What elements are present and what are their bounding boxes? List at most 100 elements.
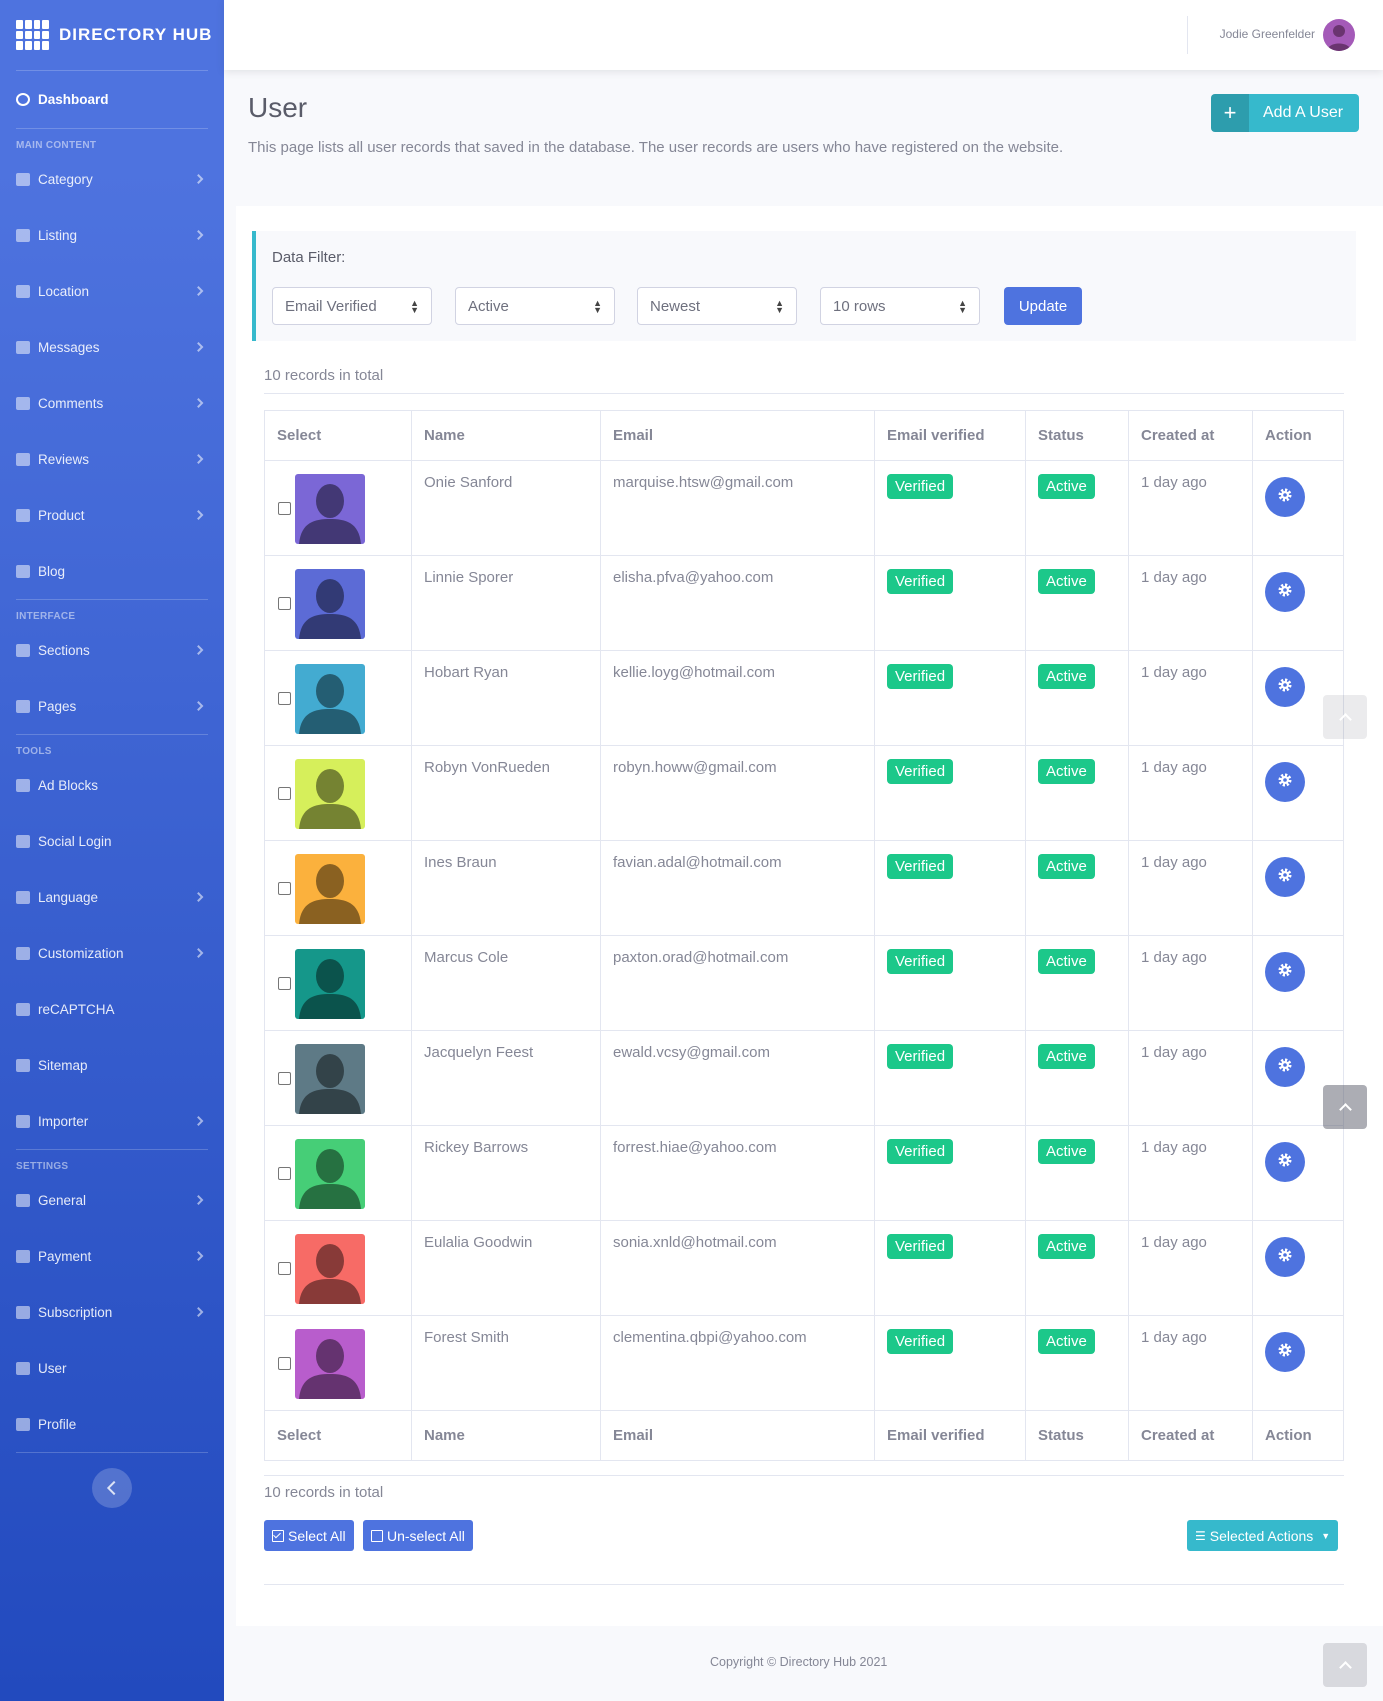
sidebar-item-importer[interactable]: Importer: [0, 1093, 224, 1149]
sidebar-heading-main: MAIN CONTENT: [16, 140, 97, 151]
unselect-all-label: Un-select All: [387, 1527, 465, 1544]
gear-icon: [1277, 1057, 1293, 1077]
scroll-top-button[interactable]: [1323, 695, 1367, 739]
sidebar-item-payment[interactable]: Payment: [0, 1228, 224, 1284]
row-checkbox[interactable]: [278, 597, 291, 610]
data-filter: Data Filter: Email Verified ▲ ▼ Active ▲ ▼…: [252, 231, 1356, 341]
row-action-button[interactable]: [1265, 477, 1305, 517]
select-cell: [264, 840, 412, 936]
brand-link[interactable]: DIRECTORY HUB: [0, 0, 224, 70]
select-cell: [264, 1315, 412, 1411]
row-action-button[interactable]: [1265, 1237, 1305, 1277]
table-row: Hobart Ryan kellie.loyg@hotmail.com Verifi…: [264, 650, 1344, 746]
sidebar-item-subscription[interactable]: Subscription: [0, 1284, 224, 1340]
user-name: Robyn VonRueden: [411, 745, 601, 841]
sidebar: DIRECTORY HUB Dashboard MAIN CONTENT Cat…: [0, 0, 224, 1701]
sidebar-item-sitemap[interactable]: Sitemap: [0, 1037, 224, 1093]
table-footer-row: Select Name Email Email verified Status …: [264, 1410, 1344, 1461]
select-all-button[interactable]: Select All: [264, 1520, 354, 1551]
user-photo: [295, 854, 365, 924]
row-action-button[interactable]: [1265, 1047, 1305, 1087]
gear-icon: [1277, 677, 1293, 697]
sidebar-item-comments[interactable]: Comments: [0, 375, 224, 431]
sidebar-item-category[interactable]: Category: [0, 151, 224, 207]
order-select[interactable]: Newest ▲ ▼: [637, 287, 797, 325]
sidebar-item-user[interactable]: User: [0, 1340, 224, 1396]
row-checkbox[interactable]: [278, 882, 291, 895]
status-cell: Active: [1025, 1315, 1129, 1411]
user-email: clementina.qbpi@yahoo.com: [600, 1315, 875, 1411]
action-cell: [1252, 935, 1344, 1031]
row-action-button[interactable]: [1265, 1142, 1305, 1182]
row-checkbox[interactable]: [278, 1072, 291, 1085]
created-at: 1 day ago: [1128, 1125, 1253, 1221]
caret-down-icon: ▼: [1321, 1530, 1331, 1541]
sidebar-item-product[interactable]: Product: [0, 487, 224, 543]
verified-badge: Verified: [887, 1234, 954, 1259]
language-icon: [16, 890, 30, 904]
sidebar-item-messages[interactable]: Messages: [0, 319, 224, 375]
row-action-button[interactable]: [1265, 1332, 1305, 1372]
table-row: Marcus Cole paxton.orad@hotmail.com Verifi…: [264, 935, 1344, 1031]
row-action-button[interactable]: [1265, 762, 1305, 802]
sidebar-item-reviews[interactable]: Reviews: [0, 431, 224, 487]
chevron-right-icon: [193, 1116, 204, 1126]
row-checkbox[interactable]: [278, 1167, 291, 1180]
unselect-all-button[interactable]: Un-select All: [363, 1520, 473, 1551]
status-cell: Active: [1025, 1125, 1129, 1221]
sidebar-item-location[interactable]: Location: [0, 263, 224, 319]
rows-select[interactable]: 10 rows ▲ ▼: [820, 287, 980, 325]
row-checkbox[interactable]: [278, 977, 291, 990]
row-action-button[interactable]: [1265, 667, 1305, 707]
row-checkbox[interactable]: [278, 787, 291, 800]
verified-badge: Verified: [887, 1329, 954, 1354]
email-verified-select[interactable]: Email Verified ▲ ▼: [272, 287, 432, 325]
sidebar-item-pages[interactable]: Pages: [0, 678, 224, 734]
sidebar-item-customization[interactable]: Customization: [0, 925, 224, 981]
sidebar-item-social-login[interactable]: Social Login: [0, 813, 224, 869]
selected-actions-dropdown[interactable]: ☰ Selected Actions ▼: [1187, 1520, 1339, 1551]
row-checkbox[interactable]: [278, 1357, 291, 1370]
chevron-right-icon: [193, 1195, 204, 1205]
col-footer-email: Email: [600, 1410, 875, 1461]
sidebar-item-sections[interactable]: Sections: [0, 622, 224, 678]
select-cell: [264, 650, 412, 746]
chevron-right-icon: [193, 701, 204, 711]
sidebar-item-label: Sitemap: [38, 1057, 88, 1073]
status-cell: Active: [1025, 935, 1129, 1031]
row-checkbox[interactable]: [278, 502, 291, 515]
avatar[interactable]: [1323, 19, 1355, 51]
sidebar-item-ad-blocks[interactable]: Ad Blocks: [0, 757, 224, 813]
sidebar-item-language[interactable]: Language: [0, 869, 224, 925]
sidebar-item-label: Profile: [38, 1416, 77, 1432]
tags-icon: [16, 1305, 30, 1319]
sidebar-item-label: Subscription: [38, 1304, 113, 1320]
topbar: Jodie Greenfelder: [224, 0, 1383, 70]
sidebar-item-blog[interactable]: Blog: [0, 543, 224, 599]
add-user-button[interactable]: + Add A User: [1211, 94, 1359, 132]
row-action-button[interactable]: [1265, 857, 1305, 897]
row-action-button[interactable]: [1265, 952, 1305, 992]
user-photo: [295, 569, 365, 639]
sidebar-item-general[interactable]: General: [0, 1172, 224, 1228]
row-checkbox[interactable]: [278, 1262, 291, 1275]
plus-icon: +: [1211, 94, 1249, 132]
sidebar-item-label: reCAPTCHA: [38, 1001, 115, 1017]
sidebar-item-recaptcha[interactable]: reCAPTCHA: [0, 981, 224, 1037]
status-select[interactable]: Active ▲ ▼: [455, 287, 615, 325]
sidebar-item-listing[interactable]: Listing: [0, 207, 224, 263]
sidebar-item-dashboard[interactable]: Dashboard: [0, 71, 224, 128]
scroll-top-button[interactable]: [1323, 1085, 1367, 1129]
user-name: Hobart Ryan: [411, 650, 601, 746]
scroll-top-button[interactable]: [1323, 1643, 1367, 1687]
user-name[interactable]: Jodie Greenfelder: [1220, 27, 1315, 41]
add-user-label: Add A User: [1263, 104, 1344, 121]
update-button[interactable]: Update: [1004, 287, 1082, 325]
row-action-button[interactable]: [1265, 572, 1305, 612]
select-cell: [264, 935, 412, 1031]
sidebar-toggle-button[interactable]: [92, 1468, 132, 1508]
user-photo: [295, 1329, 365, 1399]
row-checkbox[interactable]: [278, 692, 291, 705]
sidebar-item-profile[interactable]: Profile: [0, 1396, 224, 1452]
sidebar-divider: [16, 1452, 208, 1453]
